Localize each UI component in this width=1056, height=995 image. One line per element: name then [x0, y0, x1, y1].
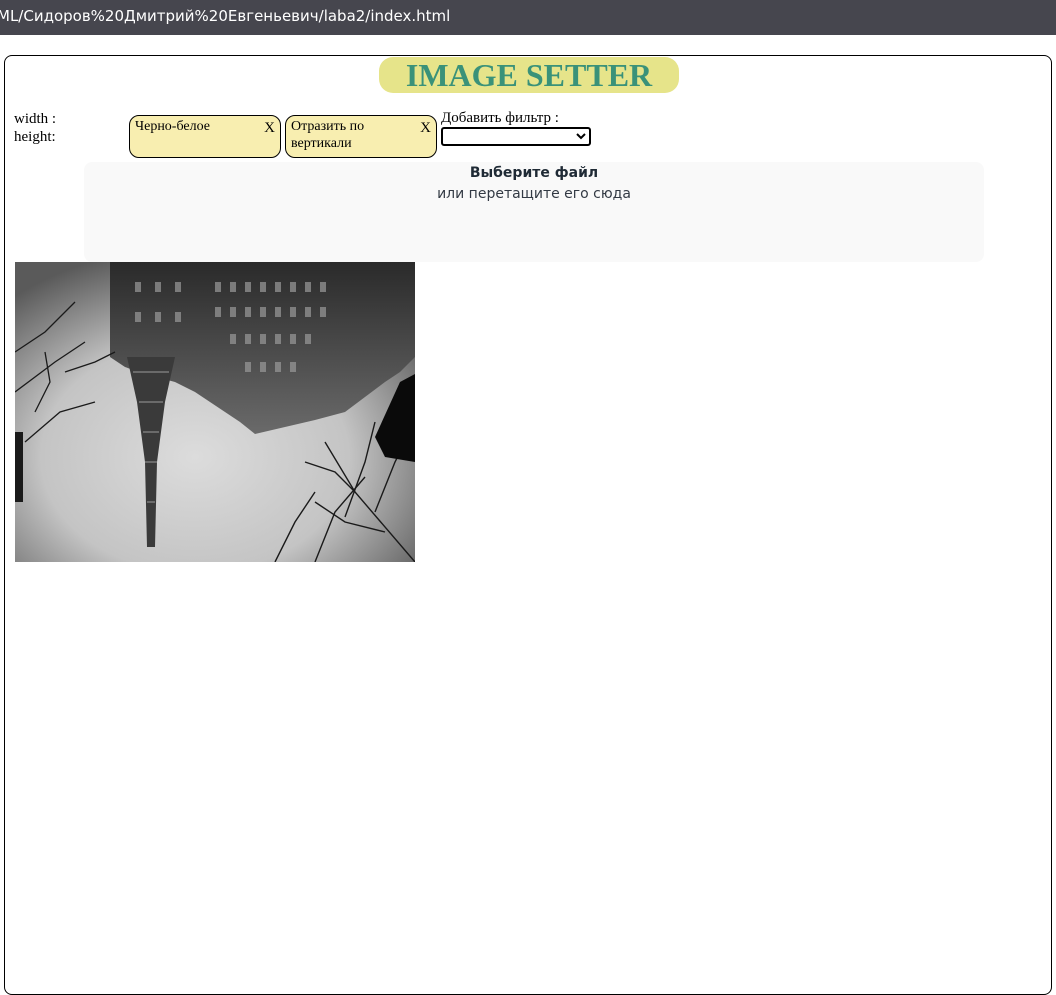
width-label: width :	[14, 111, 57, 127]
browser-address-bar[interactable]: ML/Сидоров%20Дмитрий%20Евгеньевич/laba2/…	[0, 0, 1056, 35]
image-preview	[15, 262, 415, 562]
filter-chip-flip-vertical: Отразить по вертикали X	[285, 115, 437, 158]
app-title: IMAGE SETTER	[379, 57, 679, 93]
drag-hint: или перетащите его сюда	[437, 186, 631, 202]
add-filter-label: Добавить фильтр :	[441, 110, 559, 126]
filter-chip-label: Отразить по вертикали	[291, 119, 365, 151]
flipped-eiffel-photo	[15, 262, 415, 562]
chevron-down-icon	[576, 133, 586, 140]
filter-chip-grayscale: Черно-белое X	[129, 115, 281, 158]
remove-filter-button[interactable]: X	[264, 120, 275, 137]
add-filter-select[interactable]	[441, 127, 591, 146]
choose-file-button[interactable]: Выберите файл	[84, 165, 984, 181]
dimensions-info: width : height:	[14, 110, 56, 146]
url-text: ML/Сидоров%20Дмитрий%20Евгеньевич/laba2/…	[0, 7, 451, 25]
height-label: height:	[14, 129, 56, 145]
file-dropzone[interactable]: Выберите файл или перетащите его сюда	[84, 162, 984, 262]
remove-filter-button[interactable]: X	[420, 120, 431, 137]
filter-chip-label: Черно-белое	[135, 119, 210, 134]
